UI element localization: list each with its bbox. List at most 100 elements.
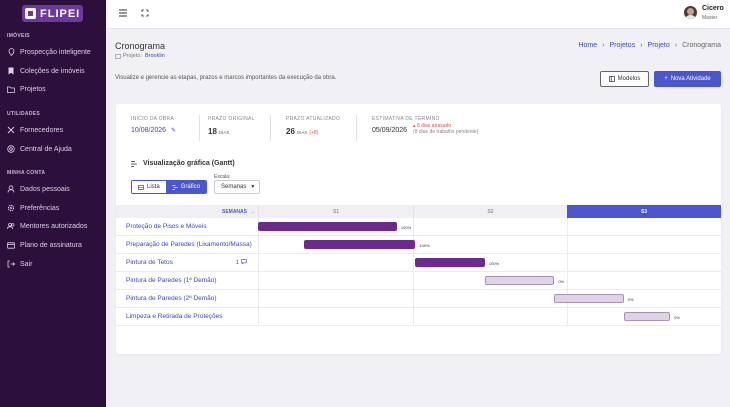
task-name[interactable]: Pintura de Tetos xyxy=(126,259,173,266)
weeks-header: SEMANAS → xyxy=(116,205,258,218)
user-icon xyxy=(7,185,15,193)
app-logo[interactable]: FLIPEI xyxy=(22,5,83,22)
breadcrumb: Home › Projetos › Projeto › Cronograma xyxy=(578,42,721,49)
sidebar-item-prospeccao[interactable]: Prospecção inteligente xyxy=(7,47,91,57)
delay-subtext: (8 dias de trabalho pendente) xyxy=(413,129,479,135)
sidebar-item-label: Dados pessoais xyxy=(20,185,70,193)
divider xyxy=(270,115,271,141)
sidebar: FLIPEI IMÓVEIS Prospecção inteligente Co… xyxy=(0,0,106,407)
sidebar-item-dados[interactable]: Dados pessoais xyxy=(7,184,70,194)
sidebar-item-projetos[interactable]: Projetos xyxy=(7,84,46,94)
chevron-down-icon: ▼ xyxy=(250,184,256,190)
view-list-button[interactable]: Lista xyxy=(132,181,166,193)
task-bar[interactable] xyxy=(484,276,555,285)
week-header-s3: S3 xyxy=(567,205,721,218)
sidebar-item-label: Fornecedores xyxy=(20,126,64,134)
task-progress: 100% xyxy=(488,261,500,266)
task-progress: 0% xyxy=(558,279,565,284)
edit-icon[interactable]: ✎ xyxy=(171,128,176,134)
expand-icon[interactable] xyxy=(140,8,150,18)
folder-icon xyxy=(7,85,15,93)
template-icon xyxy=(608,76,615,82)
task-bar[interactable] xyxy=(554,294,624,303)
task-name[interactable]: Pintura de Paredes (2ª Demão) xyxy=(126,295,217,302)
bookmark-icon xyxy=(7,67,15,75)
sidebar-item-label: Preferências xyxy=(20,204,60,212)
scale-select[interactable]: Semanas ▼ xyxy=(214,180,260,194)
gantt-row: Pintura de Paredes (1ª Demão) xyxy=(116,272,721,290)
top-bar: Cicero Master xyxy=(106,0,730,29)
project-link[interactable]: Brooklin xyxy=(145,53,165,59)
task-progress: 100% xyxy=(419,243,430,248)
sidebar-section-imoveis: IMÓVEIS xyxy=(7,33,30,39)
task-bar[interactable] xyxy=(304,240,416,249)
hamburger-icon[interactable] xyxy=(118,8,128,18)
sidebar-item-label: Plano de assinatura xyxy=(20,241,82,249)
logout-icon xyxy=(7,260,15,268)
building-icon xyxy=(115,53,121,59)
new-activity-button[interactable]: + Nova Atividade xyxy=(654,71,721,87)
stat-estimate: ESTIMATIVA DE TÉRMINO 05/09/2026 ▴ 8 dia… xyxy=(372,116,479,135)
sidebar-item-plano[interactable]: Plano de assinatura xyxy=(7,240,82,250)
gear-icon xyxy=(7,204,15,212)
chart-icon xyxy=(172,184,178,190)
avatar[interactable] xyxy=(684,6,697,19)
week-header-s1: S1 xyxy=(258,205,413,218)
breadcrumb-home[interactable]: Home xyxy=(578,42,597,49)
arrow-right-icon: → xyxy=(250,208,255,215)
stat-start: INÍCIO DA OBRA 10/08/2026 ✎ xyxy=(131,116,177,134)
task-name[interactable]: Proteção de Pisos e Móveis xyxy=(126,223,207,230)
project-subtitle: Projeto: Brooklin xyxy=(115,53,165,59)
task-progress: 100% xyxy=(400,225,412,230)
sidebar-item-fornecedores[interactable]: Fornecedores xyxy=(7,125,63,135)
task-name[interactable]: Preparação de Paredes (Lixamento/Massa) xyxy=(126,241,252,248)
gantt-row: Proteção de Pisos e Móveis xyxy=(116,218,721,236)
project-prefix: Projeto: xyxy=(123,53,142,59)
start-date: 10/08/2026 xyxy=(131,127,167,134)
sidebar-item-label: Projetos xyxy=(20,85,46,93)
gantt-grid: SEMANAS → S1 S2 S3 Proteção de Pisos e M… xyxy=(116,205,721,343)
task-comments[interactable]: 1 xyxy=(236,259,247,266)
models-button[interactable]: Modelos xyxy=(600,71,649,87)
task-progress: 0% xyxy=(674,315,680,320)
task-bar[interactable] xyxy=(415,258,485,267)
sidebar-item-label: Central de Ajuda xyxy=(20,145,72,153)
sidebar-item-preferencias[interactable]: Preferências xyxy=(7,203,59,213)
logo-text: FLIPEI xyxy=(40,7,81,20)
breadcrumb-projetos[interactable]: Projetos xyxy=(610,42,636,49)
card-icon xyxy=(7,241,15,249)
sidebar-item-colecoes[interactable]: Coleções de imóveis xyxy=(7,66,85,76)
stat-updated: PRAZO ATUALIZADO 26 DIAS (+8) xyxy=(286,116,341,136)
comment-icon xyxy=(240,259,247,266)
chevron-right-icon: › xyxy=(640,42,643,49)
schedule-card: INÍCIO DA OBRA 10/08/2026 ✎ PRAZO ORIGIN… xyxy=(116,104,721,354)
page-description: Visualize e gerencie as etapas, prazos e… xyxy=(115,75,337,81)
user-role: Master xyxy=(702,15,718,21)
task-progress: 0% xyxy=(627,297,634,302)
sidebar-item-label: Mentores autorizados xyxy=(20,222,88,230)
estimate-date: 05/09/2026 xyxy=(372,127,408,134)
sidebar-item-label: Coleções de imóveis xyxy=(20,67,85,75)
task-bar[interactable] xyxy=(623,312,671,321)
task-name[interactable]: Limpeza e Retirada de Proteções xyxy=(126,313,222,320)
stat-original: PRAZO ORIGINAL 18 DIAS xyxy=(208,116,255,136)
sidebar-section-conta: MINHA CONTA xyxy=(7,170,46,176)
help-icon xyxy=(7,145,15,153)
view-chart-button[interactable]: Gráfico xyxy=(165,181,207,193)
sidebar-section-utilidades: UTILIDADES xyxy=(7,111,40,117)
plus-icon: + xyxy=(664,76,668,82)
sidebar-item-ajuda[interactable]: Central de Ajuda xyxy=(7,144,72,154)
sidebar-item-sair[interactable]: Sair xyxy=(7,259,32,269)
week-header-s2: S2 xyxy=(413,205,567,218)
sidebar-item-label: Sair xyxy=(20,260,33,268)
task-bar[interactable] xyxy=(258,222,397,231)
tools-icon xyxy=(7,126,15,134)
view-toggle: Lista Gráfico xyxy=(131,180,208,194)
divider xyxy=(199,115,200,141)
user-name[interactable]: Cicero xyxy=(702,5,724,12)
breadcrumb-projeto[interactable]: Projeto xyxy=(648,42,670,49)
sidebar-item-mentores[interactable]: Mentores autorizados xyxy=(7,221,87,231)
users-icon xyxy=(7,222,15,230)
task-name[interactable]: Pintura de Paredes (1ª Demão) xyxy=(126,277,217,284)
chevron-right-icon: › xyxy=(602,42,605,49)
